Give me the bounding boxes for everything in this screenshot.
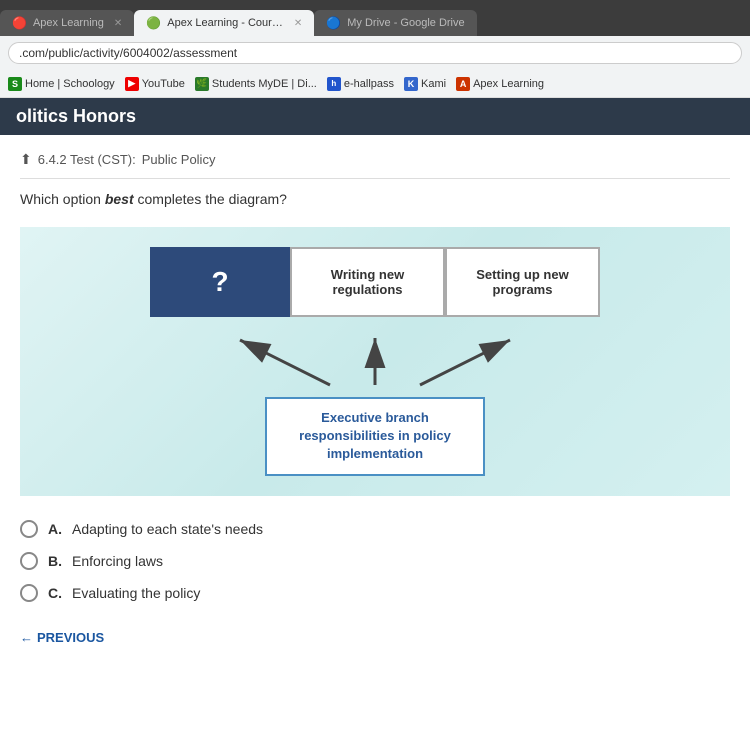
breadcrumb: ⬆ 6.4.2 Test (CST): Public Policy: [20, 151, 730, 179]
page-header-text: olitics Honors: [16, 106, 136, 126]
schoology-label: Home | Schoology: [25, 78, 115, 90]
tab-google-drive[interactable]: 🔵 My Drive - Google Drive: [314, 10, 476, 36]
address-bar[interactable]: .com/public/activity/6004002/assessment: [8, 42, 742, 64]
tab-favicon-3: 🔵: [326, 16, 341, 30]
ehallpass-icon: h: [327, 77, 341, 91]
answer-key-c: C.: [48, 585, 62, 601]
radio-b[interactable]: [20, 552, 38, 570]
unknown-symbol: ?: [211, 266, 228, 298]
myde-icon: 🌿: [195, 77, 209, 91]
myde-label: Students MyDE | Di...: [212, 78, 317, 90]
breadcrumb-icon: ⬆: [20, 151, 32, 168]
apex-label: Apex Learning: [473, 78, 544, 90]
tab-label-2: Apex Learning - Courses: [167, 17, 284, 29]
tab-bar: 🔴 Apex Learning ✕ 🟢 Apex Learning - Cour…: [0, 0, 750, 36]
page-header: olitics Honors: [0, 98, 750, 135]
tab-close-2[interactable]: ✕: [294, 18, 302, 29]
bottom-box-text: Executive branch responsibilities in pol…: [299, 410, 451, 461]
bookmark-schoology[interactable]: S Home | Schoology: [8, 77, 115, 91]
content-area: ⬆ 6.4.2 Test (CST): Public Policy Which …: [0, 135, 750, 661]
tab-apex-courses[interactable]: 🟢 Apex Learning - Courses ✕: [134, 10, 314, 36]
bookmarks-bar: S Home | Schoology ▶ YouTube 🌿 Students …: [0, 70, 750, 98]
bookmark-kami[interactable]: K Kami: [404, 77, 446, 91]
previous-arrow: ←: [20, 630, 33, 645]
answer-text-b: Enforcing laws: [72, 553, 163, 569]
answer-key-b: B.: [48, 553, 62, 569]
diagram-area: ? Writing new regulations Setting up new…: [20, 227, 730, 496]
radio-a[interactable]: [20, 520, 38, 538]
writing-regulations-text: Writing new regulations: [298, 267, 437, 297]
answer-key-a: A.: [48, 521, 62, 537]
diagram-unknown-box: ?: [150, 247, 290, 317]
ehallpass-label: e-hallpass: [344, 78, 394, 90]
answer-option-a[interactable]: A. Adapting to each state's needs: [20, 520, 730, 538]
tab-label-3: My Drive - Google Drive: [347, 17, 464, 29]
youtube-icon: ▶: [125, 77, 139, 91]
answer-options: A. Adapting to each state's needs B. Enf…: [20, 516, 730, 620]
tab-favicon-1: 🔴: [12, 16, 27, 30]
browser-chrome: 🔴 Apex Learning ✕ 🟢 Apex Learning - Cour…: [0, 0, 750, 98]
answer-option-b[interactable]: B. Enforcing laws: [20, 552, 730, 570]
youtube-label: YouTube: [142, 78, 185, 90]
question-text: Which option best completes the diagram?: [20, 191, 730, 207]
tab-label-1: Apex Learning: [33, 17, 104, 29]
breadcrumb-sub: Public Policy: [142, 152, 216, 167]
diagram-top-row: ? Writing new regulations Setting up new…: [40, 247, 710, 317]
diagram-box-setting: Setting up new programs: [445, 247, 600, 317]
schoology-icon: S: [8, 77, 22, 91]
tab-apex-learning[interactable]: 🔴 Apex Learning ✕: [0, 10, 134, 36]
question-em: best: [105, 191, 134, 207]
bookmark-ehallpass[interactable]: h e-hallpass: [327, 77, 394, 91]
previous-nav[interactable]: ← PREVIOUS: [20, 630, 730, 645]
radio-c[interactable]: [20, 584, 38, 602]
diagram-bottom-box: Executive branch responsibilities in pol…: [265, 397, 485, 476]
bookmark-youtube[interactable]: ▶ YouTube: [125, 77, 185, 91]
apex-icon: A: [456, 77, 470, 91]
breadcrumb-test-label: 6.4.2 Test (CST):: [38, 152, 136, 167]
bookmark-apex[interactable]: A Apex Learning: [456, 77, 544, 91]
arrows-svg: [150, 330, 600, 395]
kami-icon: K: [404, 77, 418, 91]
tab-close-1[interactable]: ✕: [114, 18, 122, 29]
setting-programs-text: Setting up new programs: [453, 267, 592, 297]
diagram-arrows-area: [40, 327, 710, 397]
bookmark-myde[interactable]: 🌿 Students MyDE | Di...: [195, 77, 317, 91]
address-bar-row: .com/public/activity/6004002/assessment: [0, 36, 750, 70]
previous-label: PREVIOUS: [37, 630, 104, 645]
kami-label: Kami: [421, 78, 446, 90]
diagram-box-writing: Writing new regulations: [290, 247, 445, 317]
answer-option-c[interactable]: C. Evaluating the policy: [20, 584, 730, 602]
answer-text-c: Evaluating the policy: [72, 585, 200, 601]
tab-favicon-2: 🟢: [146, 16, 161, 30]
answer-text-a: Adapting to each state's needs: [72, 521, 263, 537]
